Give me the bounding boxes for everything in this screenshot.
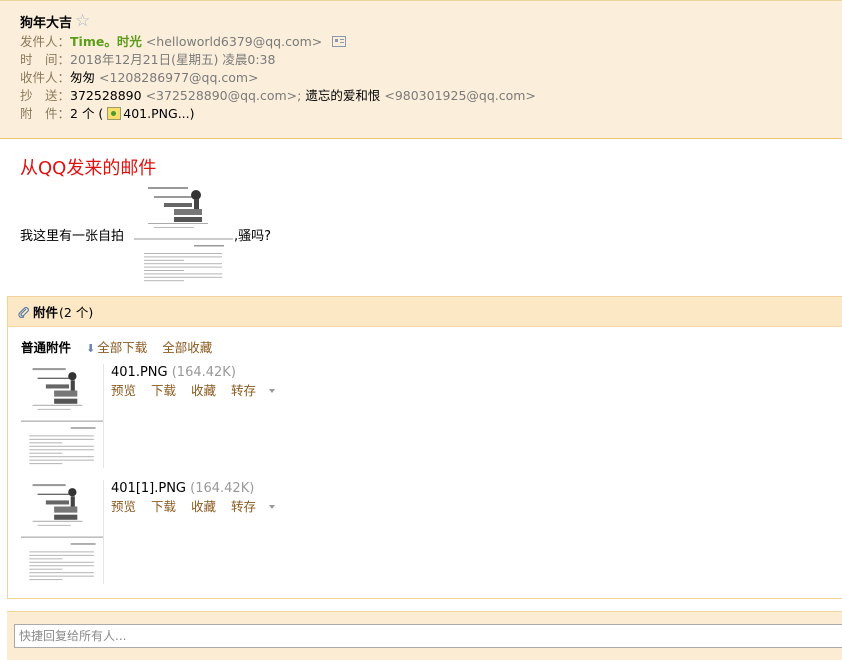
mail-body: 从QQ发来的邮件 我这里有一张自拍 ,骚吗? (20, 155, 820, 285)
recipient-name[interactable]: 匆匆 (70, 70, 95, 85)
attachment-item: 401.PNG (164.42K) 预览 下载 收藏 转存 (21, 364, 821, 468)
attachment-size: (164.42K) (190, 481, 255, 496)
body-title: 从QQ发来的邮件 (20, 158, 157, 179)
attachment-title: 附件 (33, 305, 59, 320)
forward-link[interactable]: 转存 (231, 499, 276, 514)
time-row: 时 间：2018年12月21日(星期五) 凌晨0:38 (20, 51, 842, 69)
sender-name[interactable]: Time。时光 (70, 34, 142, 49)
cc-name-1[interactable]: 372528890 (70, 88, 142, 103)
attachment-name-row: 401[1].PNG (164.42K) (111, 480, 286, 498)
forward-label: 转存 (231, 383, 257, 398)
cc-address-1: <372528890@qq.com>; (145, 88, 302, 103)
from-row: 发件人：Time。时光 <helloworld6379@qq.com> (20, 33, 842, 51)
attachment-link[interactable]: 401.PNG...) (123, 106, 194, 121)
body-text-line: 我这里有一张自拍 ,骚吗? (20, 183, 420, 287)
attachment-info: 401[1].PNG (164.42K) 预览 下载 收藏 转存 (111, 480, 286, 516)
attachment-row: 附 件：2 个 ( 401.PNG...) (20, 105, 842, 123)
to-label: 收件人： (20, 70, 71, 85)
document-page-preview (21, 484, 103, 581)
favorite-link[interactable]: 收藏 (191, 383, 216, 398)
attachment-filename[interactable]: 401[1].PNG (111, 481, 186, 496)
attachment-thumbnail[interactable] (21, 480, 104, 584)
vcard-icon[interactable] (332, 36, 347, 47)
caret-down-icon (269, 389, 276, 393)
cc-row: 抄 送：372528890 <372528890@qq.com>; 遗忘的爱和恨… (20, 87, 842, 105)
cc-label: 抄 送： (20, 88, 71, 103)
download-link[interactable]: 下载 (151, 499, 176, 514)
paperclip-icon (18, 306, 29, 318)
attachment-toolbar: 普通附件 ⬇ 全部下载 全部收藏 (21, 339, 212, 357)
body-text-before: 我这里有一张自拍 (20, 229, 125, 244)
caret-down-icon (269, 505, 276, 509)
attachment-panel-count: (2 个) (59, 305, 94, 320)
cc-name-2[interactable]: 遗忘的爱和恨 (305, 88, 380, 103)
mail-subject: 狗年大吉 (20, 15, 73, 31)
image-file-icon (107, 107, 122, 120)
forward-link[interactable]: 转存 (231, 383, 276, 398)
download-link[interactable]: 下载 (151, 383, 176, 398)
star-icon[interactable]: ☆ (75, 12, 90, 30)
attachment-name-row: 401.PNG (164.42K) (111, 364, 286, 382)
body-text-after: ,骚吗? (234, 229, 272, 244)
attachment-actions: 预览 下载 收藏 转存 (111, 498, 286, 516)
subject-row: 狗年大吉 ☆ (20, 9, 842, 33)
attachment-item: 401[1].PNG (164.42K) 预览 下载 收藏 转存 (21, 480, 821, 584)
time-value: 2018年12月21日(星期五) 凌晨0:38 (70, 52, 276, 67)
forward-label: 转存 (231, 499, 257, 514)
from-label: 发件人： (20, 34, 71, 49)
cc-address-2: <980301925@qq.com> (384, 88, 536, 103)
download-arrow-icon: ⬇ (86, 342, 96, 355)
document-page-preview (134, 187, 233, 282)
quick-reply-bar (7, 611, 842, 660)
inline-selfie-image[interactable] (134, 183, 233, 285)
attachment-count: 2 个 ( (70, 106, 104, 121)
recipient-address: <1208286977@qq.com> (99, 70, 259, 85)
attachment-panel: 附件 (2 个) 普通附件 ⬇ 全部下载 全部收藏 401.PNG (164.42K… (7, 296, 842, 599)
to-row: 收件人：匆匆 <1208286977@qq.com> (20, 69, 842, 87)
save-all-link[interactable]: 全部收藏 (162, 340, 212, 355)
time-label: 时 间： (20, 52, 71, 67)
attachment-thumbnail[interactable] (21, 364, 104, 468)
attachment-actions: 预览 下载 收藏 转存 (111, 382, 286, 400)
download-all-link[interactable]: 全部下载 (97, 340, 147, 355)
mail-header: 狗年大吉 ☆ 发件人：Time。时光 <helloworld6379@qq.co… (0, 0, 842, 139)
attachment-panel-header: 附件 (2 个) (8, 297, 842, 327)
document-page-preview (21, 368, 103, 465)
favorite-link[interactable]: 收藏 (191, 499, 216, 514)
preview-link[interactable]: 预览 (111, 499, 136, 514)
sender-address: <helloworld6379@qq.com> (145, 34, 323, 49)
attachment-size: (164.42K) (171, 365, 236, 380)
attachment-info: 401.PNG (164.42K) 预览 下载 收藏 转存 (111, 364, 286, 400)
attachment-label: 附 件： (20, 106, 71, 121)
preview-link[interactable]: 预览 (111, 383, 136, 398)
normal-attachments-label: 普通附件 (21, 340, 72, 355)
attachment-filename[interactable]: 401.PNG (111, 365, 168, 380)
quick-reply-input[interactable] (14, 624, 842, 648)
